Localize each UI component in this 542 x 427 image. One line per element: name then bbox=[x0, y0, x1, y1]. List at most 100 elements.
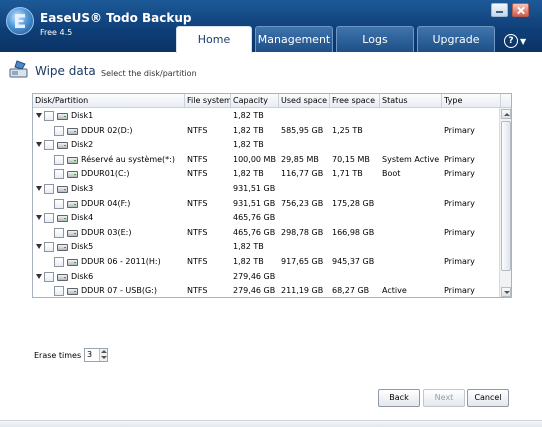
cell-free-space: 175,28 GB bbox=[332, 198, 375, 208]
cell-status bbox=[380, 240, 442, 254]
cell-status bbox=[380, 182, 442, 196]
help-icon[interactable]: ? bbox=[504, 34, 518, 48]
row-checkbox[interactable] bbox=[54, 227, 64, 238]
cell-disk-partition[interactable]: DDUR 06 - 2011(H:) bbox=[33, 255, 185, 269]
expand-chevron-icon[interactable] bbox=[36, 142, 43, 148]
table-row-disk[interactable]: Disk2 1,82 TB bbox=[33, 138, 499, 153]
tab-upgrade[interactable]: Upgrade bbox=[417, 26, 495, 52]
header-used-space[interactable]: Used space bbox=[279, 94, 330, 108]
cell-disk-partition[interactable]: Disk1 bbox=[33, 109, 185, 123]
expand-chevron-icon[interactable] bbox=[36, 186, 43, 192]
row-checkbox[interactable] bbox=[54, 257, 64, 267]
cell-type bbox=[442, 240, 501, 254]
row-checkbox[interactable] bbox=[44, 242, 54, 253]
cell-disk-partition[interactable]: Disk4 bbox=[33, 211, 185, 225]
app-header: EaseUS® Todo Backup Free 4.5 Home Manage… bbox=[0, 0, 542, 53]
table-scrollbar[interactable] bbox=[499, 108, 511, 297]
tab-management[interactable]: Management bbox=[255, 26, 333, 52]
table-row-disk[interactable]: Disk4 465,76 GB bbox=[33, 211, 499, 226]
row-checkbox[interactable] bbox=[44, 271, 54, 282]
back-button[interactable]: Back bbox=[378, 389, 420, 407]
cell-type bbox=[442, 211, 501, 225]
row-checkbox[interactable] bbox=[44, 140, 54, 151]
disk-icon bbox=[67, 229, 78, 237]
scroll-down-icon[interactable] bbox=[501, 287, 511, 297]
cell-free-space bbox=[330, 109, 380, 123]
row-checkbox[interactable] bbox=[54, 125, 64, 136]
row-checkbox[interactable] bbox=[54, 169, 64, 180]
header-type[interactable]: Type bbox=[442, 94, 501, 108]
spin-down-icon[interactable] bbox=[99, 355, 107, 361]
row-checkbox[interactable] bbox=[44, 111, 54, 121]
cell-used-space bbox=[279, 240, 330, 254]
cell-free-space: 166,98 GB bbox=[332, 227, 375, 237]
header-status[interactable]: Status bbox=[380, 94, 442, 108]
cell-disk-partition[interactable]: DDUR 02(D:) bbox=[33, 124, 185, 138]
cell-disk-partition[interactable]: Disk3 bbox=[33, 182, 185, 196]
cell-used-space bbox=[279, 109, 330, 123]
minimize-button[interactable] bbox=[491, 3, 508, 17]
cell-type: Primary bbox=[444, 169, 475, 179]
erase-times-value[interactable]: 3 bbox=[87, 349, 92, 361]
cell-file-system: NTFS bbox=[187, 286, 208, 296]
table-row-partition[interactable]: Réservé au système(*:) NTFS 100,00 MB 29,85… bbox=[33, 153, 499, 168]
cell-used-space: 756,23 GB bbox=[281, 198, 324, 208]
cell-disk-partition[interactable]: Disk6 bbox=[33, 270, 185, 284]
table-row-disk[interactable]: Disk5 1,82 TB bbox=[33, 240, 499, 255]
cell-file-system bbox=[185, 109, 231, 123]
row-label: Disk2 bbox=[71, 140, 94, 150]
row-label: DDUR 07 - USB(G:) bbox=[81, 286, 157, 296]
header-capacity[interactable]: Capacity bbox=[231, 94, 279, 108]
expand-chevron-icon[interactable] bbox=[36, 215, 43, 221]
row-checkbox[interactable] bbox=[54, 198, 64, 209]
tab-logs[interactable]: Logs bbox=[336, 26, 414, 52]
cell-type bbox=[442, 270, 501, 284]
cell-disk-partition[interactable]: DDUR01(C:) bbox=[33, 167, 185, 181]
expand-chevron-icon[interactable] bbox=[36, 113, 43, 119]
row-checkbox[interactable] bbox=[54, 286, 64, 297]
cell-disk-partition[interactable]: DDUR 03(E:) bbox=[33, 226, 185, 240]
cell-used-space: 585,95 GB bbox=[281, 125, 324, 135]
cell-disk-partition[interactable]: Réservé au système(*:) bbox=[33, 153, 185, 167]
cell-disk-partition[interactable]: Disk5 bbox=[33, 240, 185, 254]
table-row-partition[interactable]: DDUR 06 - 2011(H:) NTFS 1,82 TB 917,65 GB 94… bbox=[33, 255, 499, 270]
table-row-disk[interactable]: Disk3 931,51 GB bbox=[33, 182, 499, 197]
row-checkbox[interactable] bbox=[44, 213, 54, 224]
disk-icon bbox=[67, 200, 78, 208]
cancel-button[interactable]: Cancel bbox=[467, 389, 509, 407]
cell-disk-partition[interactable]: Disk2 bbox=[33, 138, 185, 152]
header-free-space[interactable]: Free space bbox=[330, 94, 380, 108]
table-row-partition[interactable]: DDUR 02(D:) NTFS 1,82 TB 585,95 GB 1,25 TB Pr… bbox=[33, 124, 499, 139]
table-row-disk[interactable]: Disk6 279,46 GB bbox=[33, 270, 499, 285]
cell-capacity: 931,51 GB bbox=[233, 184, 276, 193]
table-row-disk[interactable]: Disk1 1,82 TB bbox=[33, 109, 499, 124]
table-row-partition[interactable]: DDUR 03(E:) NTFS 465,76 GB 298,78 GB 166,98 … bbox=[33, 226, 499, 241]
disk-partition-table[interactable]: Disk/Partition File system Capacity Used… bbox=[32, 93, 512, 298]
erase-times-spinbox[interactable]: 3 bbox=[84, 348, 108, 362]
cell-status bbox=[380, 124, 442, 138]
table-row-partition[interactable]: DDUR01(C:) NTFS 1,82 TB 116,77 GB 1,71 TB Boo… bbox=[33, 167, 499, 182]
row-checkbox[interactable] bbox=[54, 154, 64, 165]
expand-chevron-icon[interactable] bbox=[36, 273, 43, 280]
header-file-system[interactable]: File system bbox=[185, 94, 231, 108]
cell-free-space: 1,25 TB bbox=[332, 125, 363, 135]
scroll-thumb[interactable] bbox=[501, 121, 511, 271]
table-row-partition[interactable]: DDUR 04(F:) NTFS 931,51 GB 756,23 GB 175,28 … bbox=[33, 197, 499, 212]
tab-home[interactable]: Home bbox=[176, 26, 252, 53]
cell-disk-partition[interactable]: DDUR 07 - USB(G:) bbox=[33, 284, 185, 297]
cell-disk-partition[interactable]: DDUR 04(F:) bbox=[33, 197, 185, 211]
cell-file-system bbox=[185, 270, 231, 284]
row-checkbox[interactable] bbox=[44, 184, 54, 194]
cell-used-space bbox=[279, 211, 330, 225]
row-label: Disk1 bbox=[71, 111, 94, 120]
disk-icon bbox=[67, 259, 78, 266]
table-row-partition[interactable]: DDUR 07 - USB(G:) NTFS 279,46 GB 211,19 GB 6… bbox=[33, 284, 499, 297]
app-version: Free 4.5 bbox=[40, 28, 73, 37]
close-button[interactable] bbox=[512, 3, 529, 17]
help-menu-caret-icon[interactable]: ▼ bbox=[520, 37, 526, 46]
cell-used-space: 298,78 GB bbox=[281, 227, 324, 237]
expand-chevron-icon[interactable] bbox=[36, 244, 43, 250]
header-disk-partition[interactable]: Disk/Partition bbox=[33, 94, 185, 108]
next-button[interactable]: Next bbox=[423, 389, 465, 407]
scroll-up-icon[interactable] bbox=[501, 109, 511, 119]
